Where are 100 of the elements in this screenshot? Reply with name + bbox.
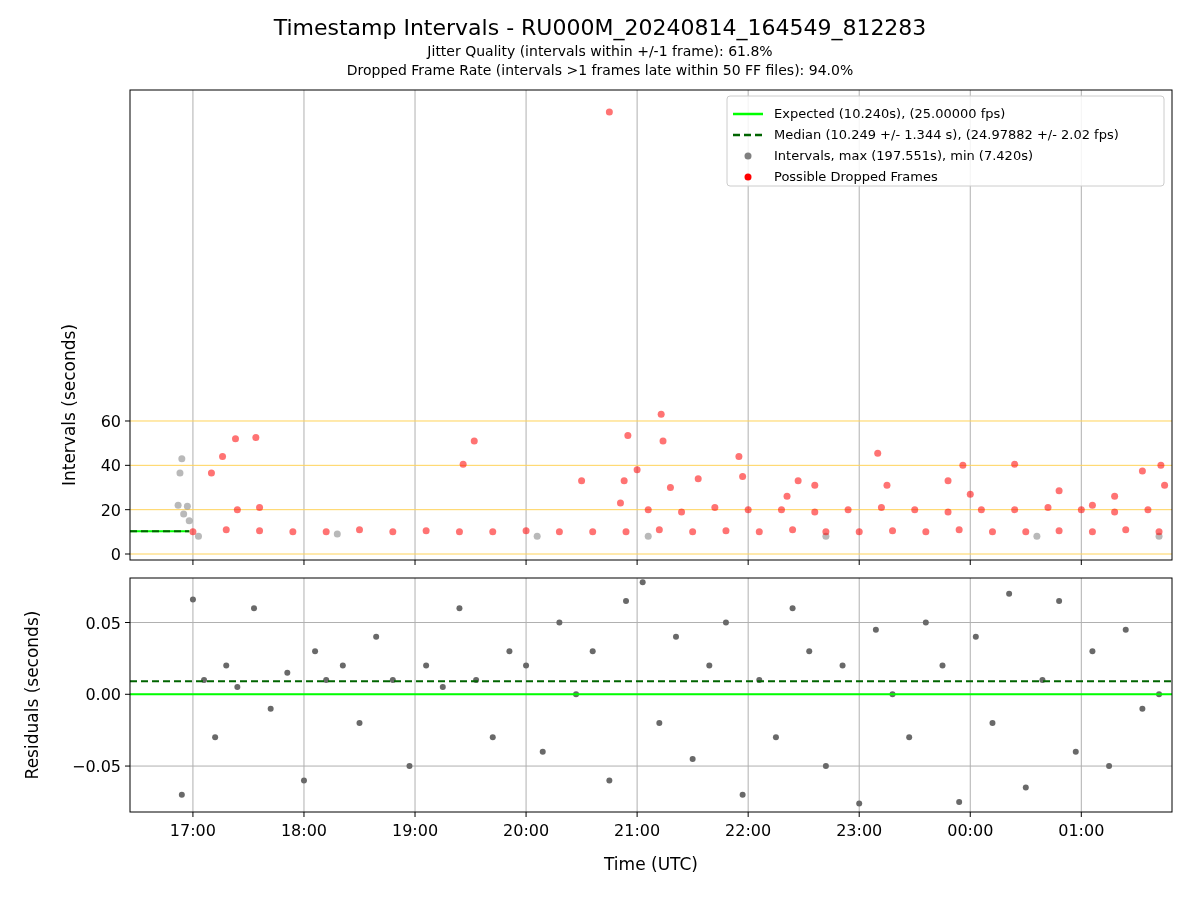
data-point [533, 532, 541, 540]
data-point [322, 528, 330, 536]
data-point [1089, 648, 1096, 655]
data-point [889, 691, 896, 698]
legend-label: Median (10.249 +/- 1.344 s), (24.97882 +/- 2.02 fps) [774, 127, 1119, 142]
data-point [455, 528, 463, 536]
data-point [839, 662, 846, 669]
tick-label: 19:00 [391, 821, 439, 840]
data-point [977, 506, 985, 514]
tick-label: 60 [100, 412, 121, 431]
tick-label: 40 [100, 456, 121, 476]
data-point [855, 528, 863, 536]
data-point [422, 527, 430, 535]
data-point [1111, 508, 1119, 516]
data-point [722, 527, 730, 535]
data-point [989, 720, 996, 726]
data-point [822, 763, 829, 770]
data-point [189, 596, 196, 603]
data-point [212, 734, 219, 741]
data-point [772, 734, 779, 741]
data-point [706, 662, 713, 669]
data-point [735, 452, 743, 460]
data-point [666, 484, 674, 491]
data-point [673, 633, 679, 640]
data-point [794, 477, 802, 485]
tick-label: −0.05 [71, 757, 121, 777]
data-point [1122, 526, 1130, 534]
data-point [589, 528, 597, 536]
data-point [1161, 481, 1169, 489]
data-point [755, 528, 763, 536]
tick-label: 20:00 [503, 821, 550, 840]
data-point [1106, 763, 1113, 770]
data-point [439, 684, 446, 691]
data-point [251, 605, 257, 612]
data-point [178, 791, 185, 798]
tick-label: 21:00 [614, 821, 661, 840]
data-point [844, 506, 852, 514]
data-point [207, 469, 215, 477]
data-point [956, 798, 963, 805]
data-point [657, 410, 665, 418]
data-point [506, 648, 513, 655]
data-point [694, 475, 702, 483]
data-point [256, 503, 264, 511]
data-point [778, 506, 785, 514]
data-point [689, 528, 697, 536]
data-point [656, 720, 663, 726]
tick-label: 17:00 [169, 821, 216, 840]
data-point [234, 684, 241, 691]
data-point [1138, 467, 1146, 475]
figure-title: Timestamp Intervals - RU000M_20240814_164549_812283 [273, 14, 927, 42]
data-point [644, 532, 652, 540]
data-point [267, 705, 274, 712]
data-point [176, 469, 184, 477]
data-point [1022, 528, 1030, 536]
data-point [944, 508, 952, 516]
data-point [922, 619, 929, 626]
data-point [655, 526, 663, 534]
data-point [689, 755, 696, 762]
data-point [522, 527, 530, 535]
data-point [489, 734, 496, 741]
figure-subtitle: Jitter Quality (intervals within +/-1 frame): 61.8% [427, 42, 773, 61]
data-point [806, 648, 813, 655]
data-point [624, 431, 632, 439]
tick-label: 22:00 [725, 821, 772, 840]
data-point [1139, 705, 1146, 712]
data-point [1077, 506, 1085, 514]
data-point [1039, 676, 1046, 683]
data-point [789, 526, 797, 534]
data-point [1122, 626, 1129, 633]
tick-label: 0.00 [85, 685, 121, 705]
data-point [222, 526, 230, 534]
data-point [470, 437, 478, 445]
data-point [223, 662, 230, 669]
data-point [423, 662, 430, 669]
data-point [201, 676, 208, 683]
data-point [616, 499, 624, 507]
data-point [811, 508, 819, 516]
data-point [966, 490, 974, 498]
data-point [1011, 506, 1019, 514]
data-point [284, 669, 291, 676]
tick-label: 0.05 [85, 613, 121, 633]
data-point [312, 648, 319, 655]
data-point [906, 734, 913, 741]
data-point [911, 506, 919, 514]
data-point [939, 662, 946, 669]
data-point [339, 662, 346, 669]
data-point [722, 619, 729, 626]
tick-label: 23:00 [836, 821, 883, 840]
data-point [1056, 597, 1063, 604]
data-point [589, 648, 596, 655]
data-point [333, 530, 341, 538]
data-point [256, 527, 264, 535]
data-point [811, 481, 819, 489]
data-point [1088, 501, 1096, 509]
data-point [783, 492, 791, 500]
data-point [678, 508, 686, 516]
data-point [178, 455, 186, 463]
data-point [1088, 528, 1096, 536]
data-point [1144, 506, 1152, 514]
data-point [233, 506, 241, 514]
